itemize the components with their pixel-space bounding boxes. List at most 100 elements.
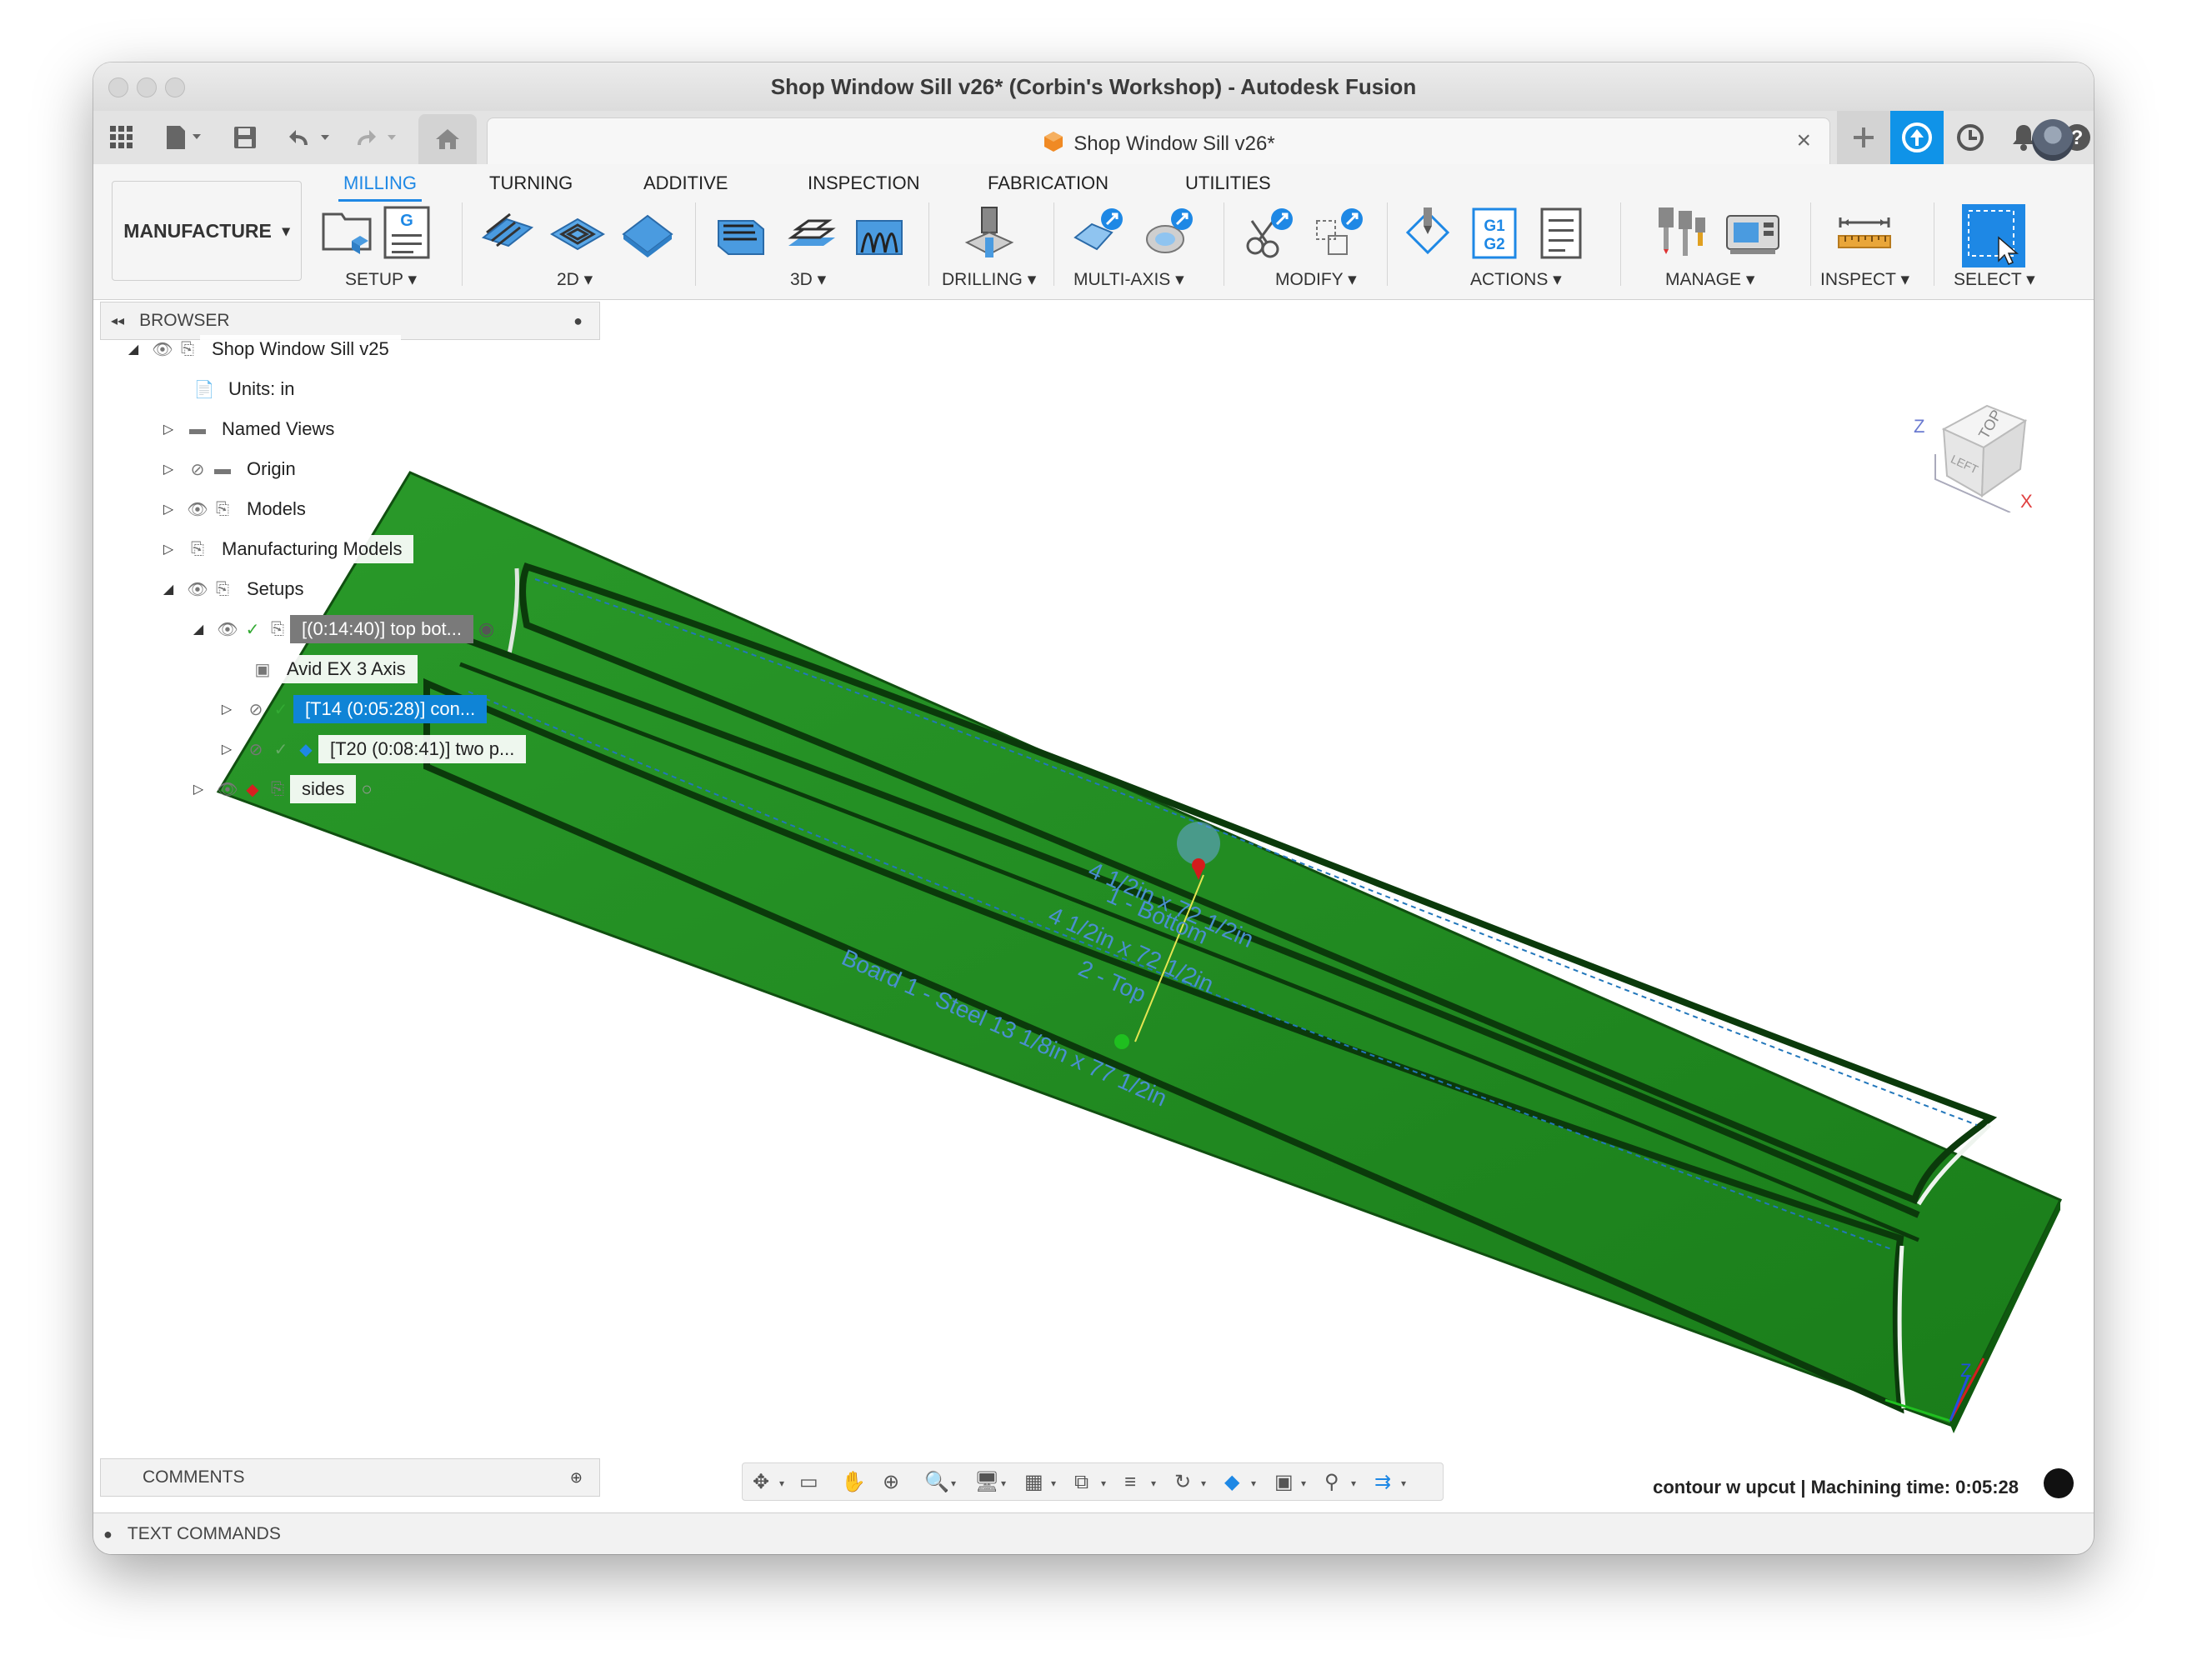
multi-axis-swarf-icon[interactable] — [1070, 204, 1129, 262]
viewcube-z-axis-label: Z — [1914, 416, 1925, 437]
group-multi-axis[interactable]: MULTI-AXIS ▾ — [1073, 269, 1184, 290]
expand-text-commands-icon[interactable]: ● — [103, 1526, 113, 1543]
new-folder-icon[interactable] — [318, 204, 377, 262]
tree-machine[interactable]: ▣ Avid EX 3 Axis — [250, 653, 418, 685]
collapse-panel-icon[interactable]: ◂◂ — [111, 312, 124, 329]
app-grid-icon[interactable] — [105, 121, 138, 154]
svg-text:◆: ◆ — [1224, 1471, 1240, 1493]
tree-setup-1[interactable]: ◢ 👁 ✓ ⎘ [(0:14:40)] top bot... ◉ — [190, 613, 494, 645]
browser-options-icon[interactable]: ● — [573, 312, 583, 330]
expand-triangle-icon[interactable]: ▷ — [218, 741, 235, 758]
tab-fabrication[interactable]: FABRICATION — [988, 172, 1109, 194]
new-tab-icon[interactable] — [1837, 111, 1890, 164]
visibility-eye-icon[interactable]: 👁 — [150, 339, 175, 360]
modify-pattern-icon[interactable] — [1310, 204, 1369, 262]
hidden-eye-icon[interactable]: ⊘ — [243, 739, 268, 760]
tab-additive[interactable]: ADDITIVE — [643, 172, 728, 194]
post-process-icon[interactable]: G1 G2 — [1465, 204, 1524, 262]
model-stock[interactable]: Z — [93, 300, 2094, 1512]
3d-parallel-icon[interactable] — [852, 204, 910, 262]
tree-manufacturing-models[interactable]: ▷ ⎘ Manufacturing Models — [160, 533, 414, 565]
tree-setup-2[interactable]: ▷ 👁 ◆ ⎘ sides ○ — [190, 773, 373, 805]
2d-adaptive-icon[interactable] — [478, 204, 537, 262]
hidden-eye-icon[interactable]: ⊘ — [185, 459, 210, 480]
svg-text:↻: ↻ — [1174, 1471, 1191, 1493]
visibility-eye-icon[interactable]: 👁 — [185, 499, 210, 520]
group-manage[interactable]: MANAGE ▾ — [1665, 269, 1754, 290]
expand-triangle-icon[interactable]: ▷ — [160, 461, 177, 478]
tab-turning[interactable]: TURNING — [489, 172, 573, 194]
group-select[interactable]: SELECT ▾ — [1954, 269, 2035, 290]
manufacturing-model-icon: ⎘ — [191, 539, 204, 558]
expand-triangle-icon[interactable]: ▷ — [160, 501, 177, 518]
tab-milling[interactable]: MILLING — [338, 172, 423, 202]
file-menu-icon[interactable] — [160, 121, 207, 154]
workspace-switcher[interactable]: MANUFACTURE ▾ — [112, 181, 302, 281]
group-inspect[interactable]: INSPECT ▾ — [1820, 269, 1909, 290]
select-icon[interactable] — [1962, 204, 2025, 268]
expand-triangle-icon[interactable]: ▷ — [218, 701, 235, 718]
hidden-eye-icon[interactable]: ⊘ — [243, 699, 268, 720]
tree-root[interactable]: ◢ 👁 ⎘ Shop Window Sill v25 — [125, 333, 401, 365]
navigation-bar: ✥ ▾ ▭ ✋ ⊕ 🔍 ▾ 🖥 ▾ ▦ ▾ ⧉ ▾ ≡ ▾ ↻ ▾ ◆ ▾ ▣ ▾ ⚲ ▾ ⇉ ▾ — [742, 1462, 1444, 1501]
setup-sheet-icon[interactable] — [1532, 204, 1590, 262]
face-icon[interactable] — [618, 204, 677, 262]
tree-origin[interactable]: ▷ ⊘ ▬ Origin — [160, 453, 308, 485]
simulate-icon[interactable] — [1399, 204, 1457, 262]
viewport[interactable]: Z 4 1/2in x 72 1/2in 1 - Bottom 4 1/2in … — [93, 300, 2094, 1512]
visibility-eye-icon[interactable]: 👁 — [215, 619, 240, 640]
tree-operation-1[interactable]: ▷ ⊘ ✓ [T14 (0:05:28)] con... — [218, 693, 488, 725]
home-icon[interactable] — [418, 114, 477, 164]
inactive-setup-radio-icon[interactable]: ○ — [361, 778, 372, 800]
valid-check-icon: ✓ — [273, 700, 288, 719]
expand-triangle-icon[interactable]: ▷ — [160, 541, 177, 558]
add-comment-icon[interactable]: ⊕ — [570, 1469, 583, 1487]
collapse-triangle-icon[interactable]: ◢ — [190, 621, 207, 638]
account-avatar[interactable] — [2032, 119, 2074, 161]
comments-panel-header[interactable]: COMMENTS ⊕ — [100, 1458, 600, 1497]
tree-models[interactable]: ▷ 👁 ⎘ Models — [160, 493, 318, 525]
tree-units[interactable]: 📄 Units: in — [192, 373, 307, 405]
measure-icon[interactable] — [1835, 204, 1894, 262]
group-setup[interactable]: SETUP ▾ — [345, 269, 417, 290]
close-tab-button[interactable]: × — [1796, 127, 1811, 155]
group-actions[interactable]: ACTIONS ▾ — [1470, 269, 1562, 290]
visibility-eye-icon[interactable]: 👁 — [185, 579, 210, 600]
view-cube[interactable]: TOP LEFT X Z — [1910, 396, 2035, 513]
status-indicator-icon[interactable] — [2044, 1468, 2074, 1498]
expand-triangle-icon[interactable]: ▷ — [190, 781, 207, 798]
3d-adaptive-icon[interactable] — [712, 204, 770, 262]
save-icon[interactable] — [228, 121, 262, 154]
group-drilling[interactable]: DRILLING ▾ — [942, 269, 1036, 290]
error-warning-icon: ◆ — [246, 780, 259, 799]
3d-pocket-icon[interactable] — [782, 204, 840, 262]
redo-icon[interactable] — [353, 121, 403, 154]
2d-pocket-icon[interactable] — [548, 204, 607, 262]
group-modify[interactable]: MODIFY ▾ — [1275, 269, 1357, 290]
group-3d[interactable]: 3D ▾ — [790, 269, 826, 290]
group-2d[interactable]: 2D ▾ — [557, 269, 593, 290]
tree-setups[interactable]: ◢ 👁 ⎘ Setups — [160, 573, 316, 605]
visibility-eye-icon[interactable]: 👁 — [215, 779, 240, 800]
machine-library-icon[interactable] — [1724, 204, 1782, 262]
ribbon-separator — [1810, 202, 1811, 286]
collapse-triangle-icon[interactable]: ◢ — [160, 581, 177, 598]
collapse-triangle-icon[interactable]: ◢ — [125, 341, 142, 358]
text-commands-bar[interactable]: ● TEXT COMMANDS — [93, 1512, 2094, 1554]
drill-icon[interactable] — [960, 204, 1018, 262]
job-status-icon[interactable] — [1944, 111, 1997, 164]
tree-operation-2[interactable]: ▷ ⊘ ✓ ◆ [T20 (0:08:41)] two p... — [218, 733, 527, 765]
active-setup-radio-icon[interactable]: ◉ — [478, 618, 494, 640]
nc-program-icon[interactable]: G — [378, 204, 437, 262]
document-tab[interactable]: Shop Window Sill v26* × — [487, 118, 1830, 165]
tree-named-views[interactable]: ▷ ▬ Named Views — [160, 413, 347, 445]
tab-utilities[interactable]: UTILITIES — [1185, 172, 1271, 194]
tool-library-icon[interactable] — [1654, 204, 1712, 262]
pending-check-icon: ✓ — [273, 740, 288, 759]
multi-axis-contour-icon[interactable] — [1140, 204, 1199, 262]
expand-triangle-icon[interactable]: ▷ — [160, 421, 177, 438]
undo-icon[interactable] — [287, 121, 337, 154]
modify-trim-icon[interactable] — [1240, 204, 1299, 262]
tab-inspection[interactable]: INSPECTION — [808, 172, 919, 194]
extensions-icon[interactable] — [1890, 111, 1944, 164]
